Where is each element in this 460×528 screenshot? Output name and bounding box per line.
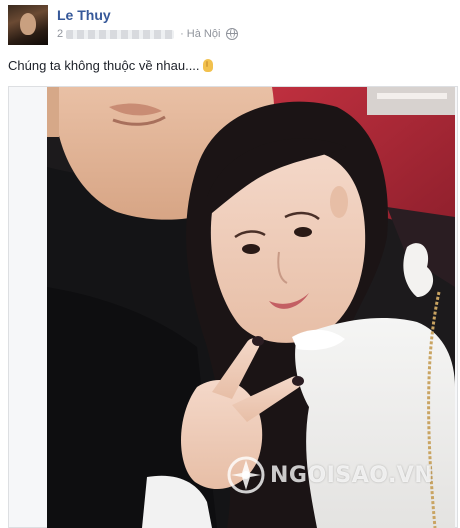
post-meta: 2 · Hà Nội bbox=[57, 28, 239, 40]
author-name[interactable]: Le Thuy bbox=[57, 7, 111, 23]
watermark: NGOISAO.VN bbox=[226, 455, 433, 495]
facebook-post: Le Thuy 2 · Hà Nội Chúng ta không thuộc … bbox=[0, 0, 460, 528]
post-message: Chúng ta không thuộc về nhau.... bbox=[8, 58, 213, 73]
watermark-logo-icon bbox=[227, 456, 265, 494]
watermark-text: NGOISAO.VN bbox=[270, 462, 434, 488]
meta-separator: · bbox=[180, 28, 184, 40]
post-date[interactable]: 2 bbox=[57, 28, 63, 40]
globe-icon[interactable] bbox=[226, 28, 239, 40]
author-avatar[interactable] bbox=[8, 5, 48, 45]
ok-hand-icon bbox=[202, 59, 213, 72]
post-location[interactable]: Hà Nội bbox=[187, 28, 221, 40]
post-message-text: Chúng ta không thuộc về nhau.... bbox=[8, 58, 200, 73]
blurred-timestamp bbox=[66, 29, 175, 39]
avatar-face bbox=[20, 13, 36, 35]
